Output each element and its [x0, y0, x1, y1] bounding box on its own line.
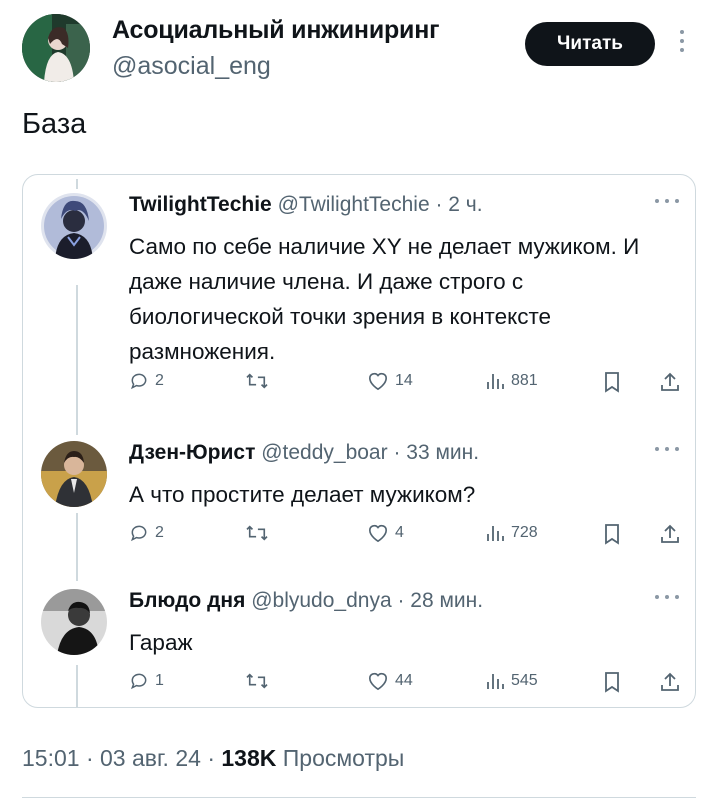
follow-button[interactable]: Читать: [525, 22, 655, 66]
user-avatar[interactable]: [41, 589, 107, 655]
author-name[interactable]: Асоциальный инжиниринг: [112, 16, 440, 45]
like-icon: [368, 524, 388, 543]
bookmark-icon: [605, 372, 619, 393]
like-button[interactable]: 14: [367, 371, 413, 391]
action-bar: 2 14 881: [129, 371, 689, 401]
views-label: Просмотры: [276, 745, 405, 771]
more-icon[interactable]: [655, 199, 679, 205]
bookmark-icon: [605, 524, 619, 545]
views-icon: [487, 374, 504, 389]
share-icon: [661, 524, 679, 543]
views-total: 138K: [221, 745, 277, 771]
share-button[interactable]: [659, 523, 681, 545]
user-avatar-image: [41, 193, 107, 259]
user-name[interactable]: Дзен-Юрист: [129, 441, 255, 464]
like-count: 44: [395, 672, 413, 689]
views-count: 545: [511, 672, 538, 689]
thread-line: [76, 179, 78, 189]
user-name[interactable]: TwilightTechie: [129, 193, 272, 216]
post-meta: Дзен-Юрист @teddy_boar · 33 мин.: [129, 441, 479, 465]
user-handle[interactable]: @teddy_boar: [261, 441, 387, 464]
user-avatar-image: [41, 589, 107, 655]
bookmark-button[interactable]: [603, 671, 621, 693]
post-body: Гараж: [129, 630, 193, 655]
user-name[interactable]: Блюдо дня: [129, 589, 245, 612]
views-icon: [487, 526, 504, 541]
retweet-icon: [246, 525, 268, 541]
reply-count: 2: [155, 372, 164, 389]
post-meta: TwilightTechie @TwilightTechie · 2 ч.: [129, 193, 483, 217]
more-icon[interactable]: [655, 595, 679, 601]
reply-count: 1: [155, 672, 164, 689]
share-icon: [661, 672, 679, 691]
reply-button[interactable]: 2: [129, 523, 164, 543]
reply-button[interactable]: 2: [129, 371, 164, 391]
post-text: База: [22, 108, 87, 140]
post-body: Само по себе наличие XY не делает мужико…: [129, 234, 640, 364]
user-avatar-image: [41, 441, 107, 507]
post-timestamp-views: 15:01 · 03 авг. 24 · 138K Просмотры: [22, 745, 404, 772]
reply-icon: [130, 525, 147, 542]
retweet-button[interactable]: [245, 371, 269, 391]
post-time[interactable]: · 28 мин.: [397, 589, 483, 612]
quoted-thread-card[interactable]: TwilightTechie @TwilightTechie · 2 ч. Са…: [22, 174, 696, 708]
post-time[interactable]: · 2 ч.: [435, 193, 482, 216]
retweet-button[interactable]: [245, 671, 269, 691]
post-meta: Блюдо дня @blyudo_dnya · 28 мин.: [129, 589, 483, 613]
thread-line: [76, 513, 78, 581]
views-count: 728: [511, 524, 538, 541]
like-icon: [368, 372, 388, 391]
like-icon: [368, 672, 388, 691]
thread-line: [76, 665, 78, 707]
like-count: 14: [395, 372, 413, 389]
views-button[interactable]: 728: [485, 523, 538, 543]
reply-icon: [130, 373, 147, 390]
bookmark-button[interactable]: [603, 371, 621, 393]
views-button[interactable]: 545: [485, 671, 538, 691]
like-button[interactable]: 4: [367, 523, 404, 543]
user-avatar[interactable]: [41, 441, 107, 507]
post-body: А что простите делает мужиком?: [129, 482, 476, 507]
divider: [22, 797, 696, 798]
reply-icon: [130, 673, 147, 690]
more-icon[interactable]: [676, 30, 688, 60]
action-bar: 2 4 728: [129, 523, 689, 553]
user-handle[interactable]: @blyudo_dnya: [251, 589, 391, 612]
bookmark-button[interactable]: [603, 523, 621, 545]
views-count: 881: [511, 372, 538, 389]
share-button[interactable]: [659, 371, 681, 393]
views-button[interactable]: 881: [485, 371, 538, 391]
retweet-icon: [246, 373, 268, 389]
post-time[interactable]: · 33 мин.: [393, 441, 479, 464]
views-icon: [487, 674, 504, 689]
like-count: 4: [395, 524, 404, 541]
author-avatar-image: [22, 14, 90, 82]
thread-line: [76, 285, 78, 435]
like-button[interactable]: 44: [367, 671, 413, 691]
share-icon: [661, 372, 679, 391]
user-handle[interactable]: @TwilightTechie: [278, 193, 430, 216]
reply-button[interactable]: 1: [129, 671, 164, 691]
post-timestamp[interactable]: 15:01 · 03 авг. 24 ·: [22, 745, 221, 771]
author-handle[interactable]: @asocial_eng: [112, 52, 271, 81]
user-avatar[interactable]: [41, 193, 107, 259]
post-header: Асоциальный инжиниринг @asocial_eng Чита…: [0, 0, 718, 110]
more-icon[interactable]: [655, 447, 679, 453]
action-bar: 1 44 545: [129, 671, 689, 701]
retweet-button[interactable]: [245, 523, 269, 543]
bookmark-icon: [605, 672, 619, 693]
share-button[interactable]: [659, 671, 681, 693]
author-avatar[interactable]: [22, 14, 90, 82]
retweet-icon: [246, 673, 268, 689]
reply-count: 2: [155, 524, 164, 541]
